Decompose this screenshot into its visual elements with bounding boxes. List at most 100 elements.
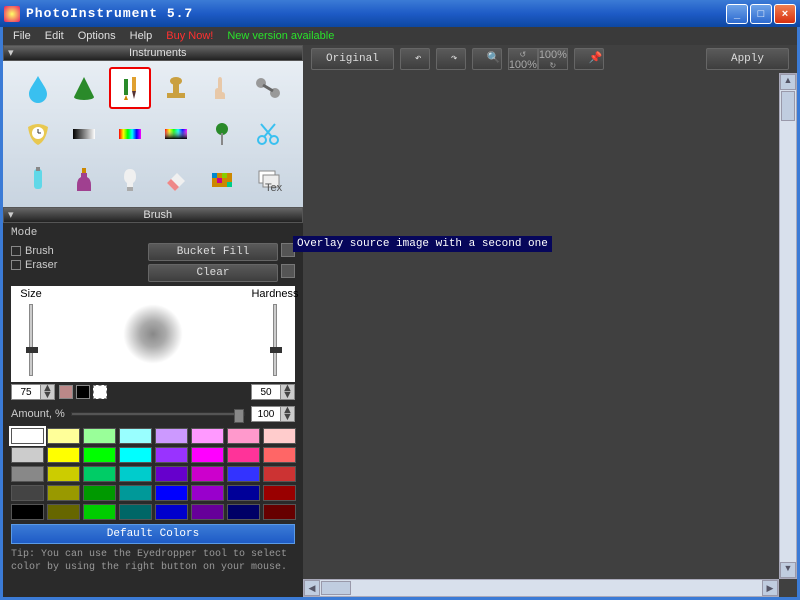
- original-button[interactable]: Original: [311, 48, 394, 70]
- palette-swatch[interactable]: [227, 428, 260, 444]
- hardness-input[interactable]: [251, 384, 281, 400]
- palette-swatch[interactable]: [11, 485, 44, 501]
- menu-new-version[interactable]: New version available: [221, 29, 340, 43]
- palette-swatch[interactable]: [47, 485, 80, 501]
- palette-swatch[interactable]: [263, 504, 296, 520]
- scroll-thumb[interactable]: [781, 91, 795, 121]
- palette-swatch[interactable]: [263, 447, 296, 463]
- hardness-slider[interactable]: [273, 304, 277, 376]
- palette-swatch[interactable]: [263, 428, 296, 444]
- bulb-icon[interactable]: [109, 159, 151, 201]
- rainbow-icon[interactable]: [109, 113, 151, 155]
- collapse-arrow-icon[interactable]: ▾: [8, 46, 14, 61]
- bg-color-swatch[interactable]: [76, 385, 90, 399]
- palette-swatch[interactable]: [263, 466, 296, 482]
- palette-swatch[interactable]: [11, 447, 44, 463]
- close-button[interactable]: ×: [774, 4, 796, 24]
- palette-swatch[interactable]: [83, 466, 116, 482]
- size-spinner[interactable]: ▲▼: [11, 384, 55, 400]
- hardness-spinner[interactable]: ▲▼: [251, 384, 295, 400]
- palette-swatch[interactable]: [191, 428, 224, 444]
- palette-swatch[interactable]: [119, 485, 152, 501]
- scroll-thumb[interactable]: [321, 581, 351, 595]
- palette-swatch[interactable]: [227, 466, 260, 482]
- undo-button[interactable]: ↶: [400, 48, 430, 70]
- scissors-icon[interactable]: [247, 113, 289, 155]
- cone-icon[interactable]: [63, 67, 105, 109]
- palette-swatch[interactable]: [11, 428, 44, 444]
- scroll-up-arrow-icon[interactable]: ▲: [780, 74, 796, 90]
- amount-spinner[interactable]: ▲▼: [251, 406, 295, 422]
- size-input[interactable]: [11, 384, 41, 400]
- palette-swatch[interactable]: [47, 428, 80, 444]
- palette-swatch[interactable]: [155, 504, 188, 520]
- palette-swatch[interactable]: [83, 428, 116, 444]
- palette-swatch[interactable]: [155, 447, 188, 463]
- palette-swatch[interactable]: [47, 466, 80, 482]
- palette-swatch[interactable]: [11, 466, 44, 482]
- palette-swatch[interactable]: [83, 504, 116, 520]
- menu-options[interactable]: Options: [72, 29, 122, 43]
- bucket-fill-button[interactable]: Bucket Fill: [148, 243, 278, 261]
- size-slider[interactable]: [29, 304, 33, 376]
- maximize-button[interactable]: □: [750, 4, 772, 24]
- palette-swatch[interactable]: [47, 447, 80, 463]
- scroll-right-arrow-icon[interactable]: ▶: [762, 580, 778, 596]
- fg-color-swatch[interactable]: [59, 385, 73, 399]
- collapse-arrow-icon[interactable]: ▾: [8, 208, 14, 223]
- vertical-scrollbar[interactable]: ▲ ▼: [779, 73, 797, 579]
- zoom-group[interactable]: ↺100% 100%↻: [508, 48, 568, 70]
- finger-icon[interactable]: [201, 67, 243, 109]
- mosaic-icon[interactable]: [201, 159, 243, 201]
- eraser-icon[interactable]: [155, 159, 197, 201]
- palette-swatch[interactable]: [191, 504, 224, 520]
- mode-brush-checkbox[interactable]: Brush: [11, 245, 57, 257]
- clear-button[interactable]: Clear: [148, 264, 278, 282]
- palette-swatch[interactable]: [119, 504, 152, 520]
- palette-swatch[interactable]: [227, 504, 260, 520]
- drop-icon[interactable]: [17, 67, 59, 109]
- tube-icon[interactable]: [17, 159, 59, 201]
- menu-buy-now[interactable]: Buy Now!: [160, 29, 219, 43]
- scroll-down-arrow-icon[interactable]: ▼: [780, 562, 796, 578]
- gradient-icon[interactable]: [63, 113, 105, 155]
- menu-edit[interactable]: Edit: [39, 29, 70, 43]
- palette-swatch[interactable]: [83, 447, 116, 463]
- pin-icon[interactable]: [201, 113, 243, 155]
- apply-button[interactable]: Apply: [706, 48, 789, 70]
- default-colors-button[interactable]: Default Colors: [11, 524, 295, 544]
- palette-swatch[interactable]: [47, 504, 80, 520]
- pin-button[interactable]: 📌: [574, 48, 604, 70]
- brush-pencil-icon[interactable]: [109, 67, 151, 109]
- palette-swatch[interactable]: [191, 466, 224, 482]
- palette-swatch[interactable]: [227, 447, 260, 463]
- minimize-button[interactable]: _: [726, 4, 748, 24]
- spectrum-icon[interactable]: [155, 113, 197, 155]
- zoom-in-button[interactable]: 100%↻: [538, 48, 568, 70]
- menu-help[interactable]: Help: [124, 29, 159, 43]
- mode-eraser-checkbox[interactable]: Eraser: [11, 259, 57, 271]
- amount-input[interactable]: [251, 406, 281, 422]
- zoom-tool-icon[interactable]: 🔍: [472, 48, 502, 70]
- palette-swatch[interactable]: [263, 485, 296, 501]
- palette-swatch[interactable]: [155, 466, 188, 482]
- palette-swatch[interactable]: [119, 447, 152, 463]
- palette-swatch[interactable]: [155, 485, 188, 501]
- pattern-swatch[interactable]: [93, 385, 107, 399]
- stamp-icon[interactable]: [155, 67, 197, 109]
- palette-swatch[interactable]: [83, 485, 116, 501]
- menu-file[interactable]: File: [7, 29, 37, 43]
- redo-button[interactable]: ↷: [436, 48, 466, 70]
- palette-swatch[interactable]: [191, 485, 224, 501]
- clear-icon[interactable]: [281, 264, 295, 278]
- dumbbell-icon[interactable]: [247, 67, 289, 109]
- palette-swatch[interactable]: [191, 447, 224, 463]
- zoom-out-button[interactable]: ↺100%: [508, 48, 538, 70]
- horizontal-scrollbar[interactable]: ◀ ▶: [303, 579, 779, 597]
- scroll-left-arrow-icon[interactable]: ◀: [304, 580, 320, 596]
- palette-swatch[interactable]: [119, 466, 152, 482]
- amount-slider[interactable]: [71, 412, 245, 416]
- bottle-icon[interactable]: [63, 159, 105, 201]
- palette-swatch[interactable]: [227, 485, 260, 501]
- clock-icon[interactable]: [17, 113, 59, 155]
